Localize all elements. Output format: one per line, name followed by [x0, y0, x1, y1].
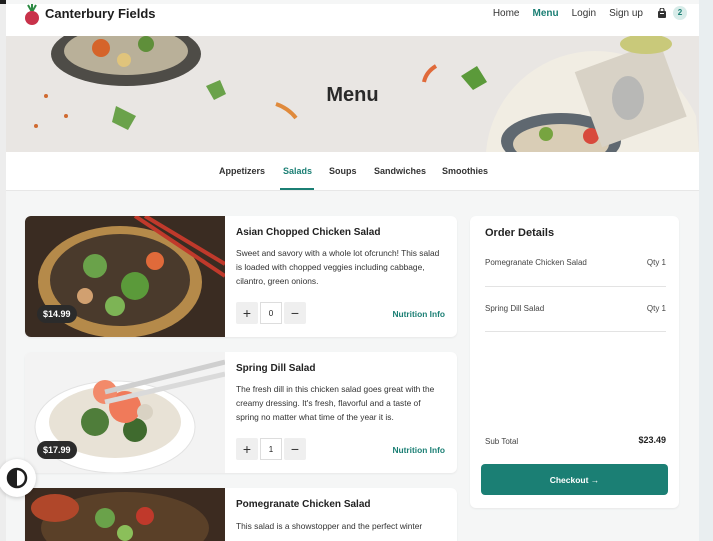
site-header: Canterbury Fields Home Menu Login Sign u… [6, 4, 699, 36]
nav-signup[interactable]: Sign up [609, 8, 643, 19]
price-badge: $17.99 [37, 441, 77, 459]
divider [485, 331, 666, 332]
nav-login[interactable]: Login [572, 8, 596, 19]
tab-salads[interactable]: Salads [283, 166, 312, 176]
tab-appetizers[interactable]: Appetizers [219, 166, 265, 176]
item-title: Asian Chopped Chicken Salad [236, 227, 381, 238]
salad-image [25, 488, 225, 541]
nutrition-info-link[interactable]: Nutrition Info [392, 309, 445, 319]
tab-sandwiches[interactable]: Sandwiches [374, 166, 426, 176]
cart-count-badge: 2 [673, 6, 687, 20]
order-line-qty: Qty 1 [646, 304, 666, 313]
item-title: Pomegranate Chicken Salad [236, 499, 371, 510]
cart-button[interactable]: 2 [657, 6, 687, 20]
increase-button[interactable]: + [236, 438, 258, 460]
order-line: Spring Dill Salad Qty 1 [485, 304, 666, 313]
contrast-icon [6, 467, 28, 489]
increase-button[interactable]: + [236, 302, 258, 324]
salad-image: $17.99 [25, 352, 225, 473]
checkout-button[interactable]: Checkout → [481, 464, 668, 495]
order-line: Pomegranate Chicken Salad Qty 1 [485, 258, 666, 267]
salad-image: $14.99 [25, 216, 225, 337]
menu-item-card: $17.99 Spring Dill Salad The fresh dill … [25, 352, 457, 473]
item-description: The fresh dill in this chicken salad goe… [236, 384, 435, 422]
quantity-input[interactable]: 0 [260, 302, 282, 324]
page: Canterbury Fields Home Menu Login Sign u… [6, 0, 699, 541]
divider [485, 286, 666, 287]
tab-soups[interactable]: Soups [329, 166, 357, 176]
nav-home[interactable]: Home [493, 8, 520, 19]
quantity-stepper: + 1 − [236, 438, 306, 460]
item-title: Spring Dill Salad [236, 363, 316, 374]
item-description: This salad is a showstopper and the perf… [236, 521, 423, 531]
order-details-panel: Order Details Pomegranate Chicken Salad … [470, 216, 679, 508]
decrease-button[interactable]: − [284, 438, 306, 460]
category-tabs: Appetizers Salads Soups Sandwiches Smoot… [6, 152, 699, 191]
order-title: Order Details [485, 227, 555, 239]
nav-menu[interactable]: Menu [533, 8, 559, 19]
page-title: Menu [326, 84, 379, 106]
main-nav: Home Menu Login Sign up 2 [480, 6, 687, 20]
item-description: Sweet and savory with a whole lot ofcrun… [236, 248, 440, 286]
quantity-stepper: + 0 − [236, 302, 306, 324]
order-line-name: Pomegranate Chicken Salad [485, 258, 587, 267]
menu-item-card: Pomegranate Chicken Salad This salad is … [25, 488, 457, 541]
price-badge: $14.99 [37, 305, 77, 323]
quantity-input[interactable]: 1 [260, 438, 282, 460]
radish-logo-icon[interactable] [24, 4, 40, 26]
nutrition-info-link[interactable]: Nutrition Info [392, 445, 445, 455]
shopping-bag-icon [658, 8, 666, 18]
hero-banner: Menu [6, 36, 699, 152]
brand-name[interactable]: Canterbury Fields [45, 6, 156, 21]
menu-item-card: $14.99 Asian Chopped Chicken Salad Sweet… [25, 216, 457, 337]
subtotal-label: Sub Total [485, 437, 519, 446]
active-tab-indicator [280, 188, 314, 190]
decrease-button[interactable]: − [284, 302, 306, 324]
order-line-qty: Qty 1 [646, 258, 666, 267]
subtotal-value: $23.49 [638, 435, 666, 445]
tab-smoothies[interactable]: Smoothies [442, 166, 488, 176]
page-gutter [699, 0, 713, 541]
order-line-name: Spring Dill Salad [485, 304, 545, 313]
